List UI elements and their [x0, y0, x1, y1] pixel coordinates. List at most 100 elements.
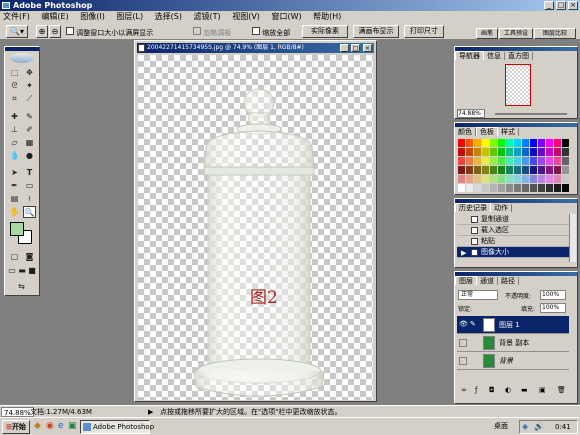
- color-swatch[interactable]: [562, 139, 569, 147]
- trash-icon[interactable]: 🗑: [557, 386, 566, 394]
- color-swatch[interactable]: [490, 184, 497, 192]
- clone-stamp-tool-icon[interactable]: ⊥: [8, 124, 21, 136]
- crop-tool-icon[interactable]: ⌗: [8, 93, 21, 105]
- color-swatch[interactable]: [498, 166, 505, 174]
- color-swatch[interactable]: [466, 184, 473, 192]
- print-size-button[interactable]: 打印尺寸: [404, 25, 444, 38]
- new-group-icon[interactable]: ▬: [521, 386, 528, 394]
- foreground-color-swatch[interactable]: [10, 222, 24, 236]
- color-swatch[interactable]: [546, 148, 553, 156]
- document-maximize-button[interactable]: □: [351, 44, 360, 52]
- color-swatch[interactable]: [514, 166, 521, 174]
- color-swatch[interactable]: [458, 166, 465, 174]
- color-swatch[interactable]: [466, 157, 473, 165]
- color-swatch[interactable]: [474, 139, 481, 147]
- desktop-toolbar-label[interactable]: 桌面: [494, 421, 508, 431]
- ignore-palettes-option[interactable]: 忽略调板: [193, 27, 231, 38]
- maximize-button[interactable]: □: [556, 1, 566, 10]
- color-swatch[interactable]: [546, 139, 553, 147]
- path-selection-tool-icon[interactable]: ➤: [8, 167, 21, 179]
- color-swatch[interactable]: [538, 157, 545, 165]
- gradient-tool-icon[interactable]: ▦: [23, 137, 36, 149]
- tab-swatches[interactable]: 色板: [476, 127, 498, 136]
- close-button[interactable]: ×: [568, 1, 578, 10]
- brush-tool-icon[interactable]: ✎: [23, 111, 36, 123]
- color-swatch[interactable]: [458, 184, 465, 192]
- color-swatch[interactable]: [498, 184, 505, 192]
- hand-tool-icon[interactable]: ✋: [8, 206, 21, 218]
- minimize-button[interactable]: _: [544, 1, 554, 10]
- link-icon[interactable]: ∞: [461, 386, 467, 394]
- dodge-tool-icon[interactable]: ●: [23, 150, 36, 162]
- new-layer-icon[interactable]: ▣: [539, 386, 546, 394]
- tab-history[interactable]: 历史记录: [455, 203, 491, 212]
- zoom-all-option[interactable]: 缩放全部: [252, 27, 290, 38]
- color-swatch[interactable]: [530, 157, 537, 165]
- color-swatch[interactable]: [530, 139, 537, 147]
- color-swatch[interactable]: [554, 157, 561, 165]
- color-swatch[interactable]: [482, 139, 489, 147]
- color-swatch[interactable]: [538, 148, 545, 156]
- color-swatch[interactable]: [562, 184, 569, 192]
- actual-pixels-button[interactable]: 实际像素: [302, 25, 348, 38]
- tab-styles[interactable]: 样式: [498, 128, 519, 136]
- history-item-selected[interactable]: ▶ 图像大小: [457, 247, 569, 258]
- color-swatch[interactable]: [514, 157, 521, 165]
- color-swatch[interactable]: [538, 139, 545, 147]
- color-swatch[interactable]: [530, 175, 537, 183]
- quicklaunch-icon[interactable]: ▣: [68, 421, 77, 431]
- color-swatch[interactable]: [546, 184, 553, 192]
- color-swatch[interactable]: [562, 166, 569, 174]
- tab-histogram[interactable]: 直方图: [505, 52, 533, 60]
- history-scrollbar[interactable]: [569, 214, 576, 262]
- history-item[interactable]: 粘贴: [457, 236, 569, 247]
- layer-row[interactable]: 背景: [457, 352, 569, 370]
- navigator-zoom[interactable]: 74.88%: [457, 109, 485, 118]
- tab-color[interactable]: 颜色: [455, 128, 476, 136]
- color-swatch[interactable]: [466, 148, 473, 156]
- color-swatch[interactable]: [490, 166, 497, 174]
- resize-window-checkbox[interactable]: [66, 27, 74, 35]
- color-swatch[interactable]: [538, 184, 545, 192]
- color-swatch[interactable]: [506, 157, 513, 165]
- lasso-tool-icon[interactable]: ᘓ: [8, 80, 21, 92]
- standard-mode-icon[interactable]: ▢: [8, 251, 21, 263]
- color-swatch[interactable]: [562, 175, 569, 183]
- color-swatch[interactable]: [474, 166, 481, 174]
- color-swatch[interactable]: [522, 166, 529, 174]
- tab-navigator[interactable]: 导航器: [455, 51, 484, 60]
- color-swatch[interactable]: [474, 184, 481, 192]
- color-swatch[interactable]: [554, 184, 561, 192]
- color-swatch[interactable]: [490, 157, 497, 165]
- tab-actions[interactable]: 动作: [491, 204, 512, 212]
- quicklaunch-icon[interactable]: ◆: [34, 421, 41, 431]
- navigator-zoom-slider[interactable]: [495, 113, 567, 115]
- tab-layer-comps[interactable]: 图层比较: [534, 28, 576, 39]
- image-canvas[interactable]: 图2: [138, 55, 373, 400]
- color-swatch[interactable]: [474, 157, 481, 165]
- notes-tool-icon[interactable]: ▤: [8, 193, 21, 205]
- eye-icon[interactable]: 👁: [459, 320, 468, 328]
- color-swatch[interactable]: [554, 139, 561, 147]
- color-swatch[interactable]: [554, 148, 561, 156]
- volume-icon[interactable]: 🔊: [534, 422, 544, 431]
- quicklaunch-icon[interactable]: e: [58, 421, 64, 431]
- tab-info[interactable]: 信息: [484, 52, 505, 60]
- color-swatch[interactable]: [530, 148, 537, 156]
- color-swatch[interactable]: [522, 148, 529, 156]
- color-swatch[interactable]: [474, 148, 481, 156]
- color-swatch[interactable]: [490, 139, 497, 147]
- color-swatch[interactable]: [482, 175, 489, 183]
- adjustment-layer-icon[interactable]: ◐: [505, 386, 511, 394]
- navigator-thumbnail[interactable]: [505, 64, 531, 106]
- magic-wand-tool-icon[interactable]: ✦: [23, 80, 36, 92]
- color-swatch[interactable]: [506, 139, 513, 147]
- tab-layers[interactable]: 图层: [455, 276, 477, 285]
- color-swatch[interactable]: [458, 157, 465, 165]
- zoom-in-icon[interactable]: ⊕: [36, 25, 48, 38]
- tab-channels[interactable]: 通道: [477, 277, 498, 285]
- jump-to-imageready-icon[interactable]: ⇆: [15, 281, 28, 293]
- quicklaunch-icon[interactable]: ◉: [46, 421, 54, 431]
- quick-mask-mode-icon[interactable]: ◙: [23, 251, 36, 263]
- color-swatch[interactable]: [538, 166, 545, 174]
